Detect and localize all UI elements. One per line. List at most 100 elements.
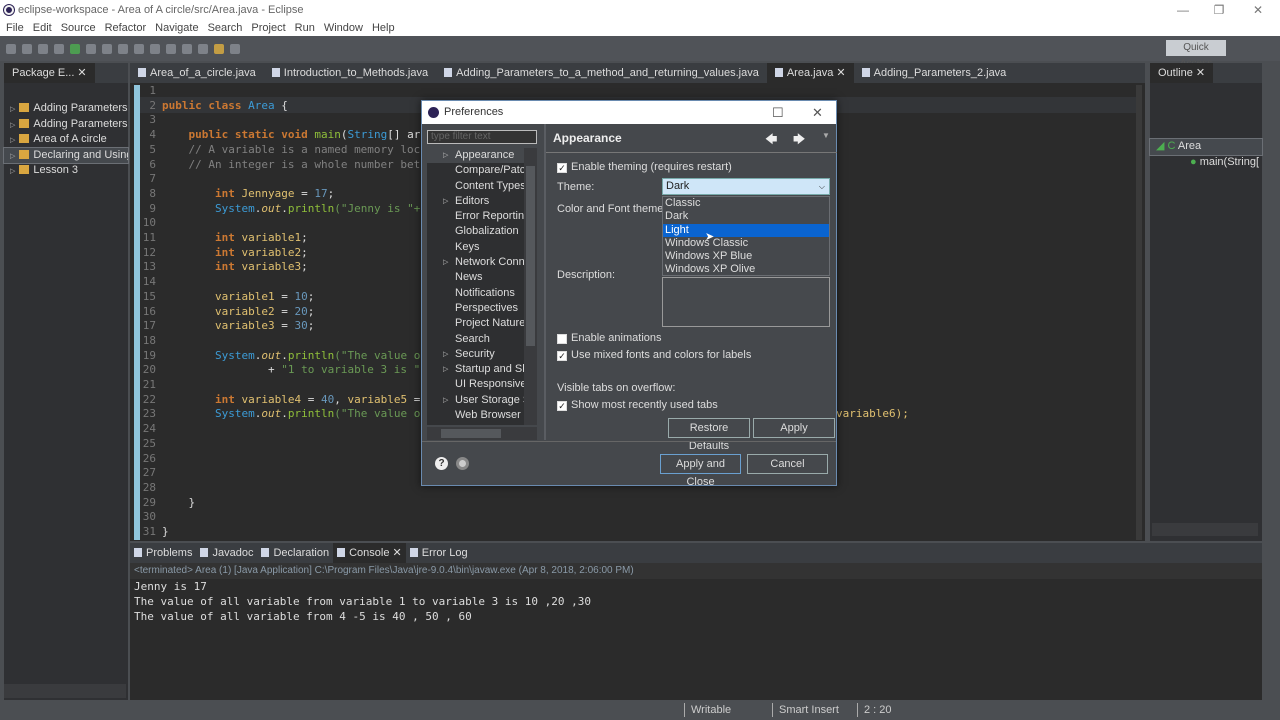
code-line[interactable]: 22 int variable4 = 40, variable5 =: [140, 393, 421, 408]
expand-arrow-icon[interactable]: ▷: [10, 153, 15, 160]
close-tab-icon[interactable]: ✕: [833, 67, 845, 79]
console-panel-tab[interactable]: Javadoc: [196, 543, 257, 563]
minimize-button[interactable]: —: [1163, 0, 1203, 20]
theme-option[interactable]: Classic: [663, 197, 829, 210]
project-item[interactable]: ▷ Declaring and Using: [3, 146, 129, 164]
search-icon[interactable]: [166, 43, 176, 54]
menu-navigate[interactable]: Navigate: [155, 20, 198, 36]
code-line[interactable]: 21: [140, 378, 162, 393]
close-tab-icon[interactable]: ✕: [389, 547, 402, 559]
menu-window[interactable]: Window: [324, 20, 363, 36]
preference-tree-item[interactable]: Notifications: [427, 286, 524, 301]
restore-defaults-button[interactable]: Restore Defaults: [668, 418, 750, 452]
preference-tree-item[interactable]: ▷ Network Conne: [427, 255, 524, 270]
next-annotation-icon[interactable]: [198, 43, 208, 54]
code-line[interactable]: 17 variable3 = 30;: [140, 319, 315, 334]
outline-class-area[interactable]: ◢ C Area: [1149, 138, 1263, 156]
preference-tree-item[interactable]: Project Natures: [427, 316, 524, 331]
editor-tab[interactable]: Adding_Parameters_2.java: [854, 63, 1015, 83]
code-line[interactable]: 12 int variable2;: [140, 246, 308, 261]
menu-search[interactable]: Search: [208, 20, 243, 36]
menu-file[interactable]: File: [6, 20, 24, 36]
new-class-icon[interactable]: [134, 43, 144, 54]
menu-run[interactable]: Run: [295, 20, 315, 36]
editor-tab[interactable]: Adding_Parameters_to_a_method_and_return…: [436, 63, 767, 83]
code-line[interactable]: 27: [140, 466, 162, 481]
expand-arrow-icon[interactable]: ▷: [443, 393, 448, 408]
forward-nav-icon[interactable]: 🡆: [793, 130, 805, 151]
outline-hscroll[interactable]: [1152, 523, 1258, 536]
expand-arrow-icon[interactable]: ▷: [10, 106, 15, 113]
maximize-button[interactable]: ❐: [1199, 0, 1239, 20]
cancel-button[interactable]: Cancel: [747, 454, 828, 474]
code-line[interactable]: 2 public class Area {: [140, 99, 288, 114]
back-nav-icon[interactable]: 🡄: [765, 130, 777, 151]
expand-arrow-icon[interactable]: ▷: [443, 347, 448, 362]
code-line[interactable]: 18: [140, 334, 162, 349]
expand-arrow-icon[interactable]: ▷: [10, 122, 15, 129]
preference-tree-item[interactable]: Error Reporting: [427, 209, 524, 224]
save-icon[interactable]: [22, 43, 32, 54]
theme-option[interactable]: Dark: [663, 210, 829, 223]
code-line[interactable]: 9 System.out.println("Jenny is "+: [140, 202, 420, 217]
editor-tab[interactable]: Area_of_a_circle.java: [130, 63, 264, 83]
code-line[interactable]: 4 public static void main(String[] ar: [140, 128, 420, 143]
expand-arrow-icon[interactable]: ▷: [443, 362, 448, 377]
toggle-mark-icon[interactable]: [182, 43, 192, 54]
expand-arrow-icon[interactable]: ▷: [10, 137, 15, 144]
outline-tab[interactable]: Outline ✕: [1150, 63, 1214, 83]
theme-select[interactable]: Dark ⌵: [662, 178, 830, 195]
mixed-fonts-checkbox[interactable]: ✓ Use mixed fonts and colors for labels: [557, 349, 751, 361]
quick-access-input[interactable]: Quick Access: [1166, 40, 1226, 69]
code-line[interactable]: 1: [140, 84, 162, 99]
preference-tree-item[interactable]: Keys: [427, 240, 524, 255]
forward-icon[interactable]: [230, 43, 240, 54]
theme-option[interactable]: Windows XP Blue: [663, 250, 829, 263]
preference-tree-item[interactable]: ▷ Security: [427, 347, 524, 362]
package-explorer-tab[interactable]: Package E... ✕: [4, 63, 95, 83]
open-type-icon[interactable]: [150, 43, 160, 54]
code-line[interactable]: 25: [140, 437, 162, 452]
new-icon[interactable]: [6, 43, 16, 54]
console-panel-tab[interactable]: Console ✕: [333, 543, 406, 563]
editor-scrollbar[interactable]: [1136, 85, 1142, 540]
console-panel-tab[interactable]: Declaration: [257, 543, 333, 563]
outline-method-main[interactable]: ● main(String[: [1150, 155, 1262, 171]
code-line[interactable]: 13 int variable3;: [140, 260, 308, 275]
theme-option[interactable]: Windows Classic: [663, 237, 829, 250]
preference-tree-item[interactable]: Compare/Patch: [427, 163, 524, 178]
project-item[interactable]: ▷ Lesson 3: [4, 163, 128, 179]
menu-help[interactable]: Help: [372, 20, 395, 36]
code-line[interactable]: 19 System.out.println("The value o: [140, 349, 421, 364]
console-panel-tab[interactable]: Problems: [130, 543, 196, 563]
expand-arrow-icon[interactable]: ▷: [443, 148, 448, 163]
menu-refactor[interactable]: Refactor: [105, 20, 147, 36]
apply-and-close-button[interactable]: Apply and Close: [660, 454, 741, 488]
view-menu-icon[interactable]: ▼: [822, 131, 830, 140]
preference-tree-item[interactable]: Perspectives: [427, 301, 524, 316]
preference-tree-item[interactable]: Globalization: [427, 224, 524, 239]
save-all-icon[interactable]: [38, 43, 48, 54]
menu-source[interactable]: Source: [61, 20, 96, 36]
code-line[interactable]: 8 int Jennyage = 17;: [140, 187, 334, 202]
preference-tree-item[interactable]: ▷ Appearance: [427, 148, 524, 164]
preference-tree-item[interactable]: Web Browser: [427, 408, 524, 423]
debug-icon[interactable]: [54, 43, 64, 54]
expand-arrow-icon[interactable]: ▷: [443, 255, 448, 270]
new-package-icon[interactable]: [118, 43, 128, 54]
external-tools-icon[interactable]: [102, 43, 112, 54]
dialog-maximize-button[interactable]: ☐: [772, 101, 784, 124]
import-export-icon[interactable]: [456, 457, 469, 470]
code-line[interactable]: 23 System.out.println("The value o: [140, 407, 421, 422]
code-line[interactable]: 26: [140, 452, 162, 467]
expand-arrow-icon[interactable]: ▷: [10, 168, 15, 175]
package-explorer-hscroll[interactable]: [4, 684, 126, 698]
code-line[interactable]: 31}: [140, 525, 169, 540]
code-line[interactable]: 28: [140, 481, 162, 496]
menu-project[interactable]: Project: [251, 20, 285, 36]
coverage-icon[interactable]: [86, 43, 96, 54]
code-line[interactable]: 14: [140, 275, 162, 290]
console-panel-tab[interactable]: Error Log: [406, 543, 472, 563]
code-line[interactable]: 7: [140, 172, 162, 187]
code-line[interactable]: 11 int variable1;: [140, 231, 308, 246]
